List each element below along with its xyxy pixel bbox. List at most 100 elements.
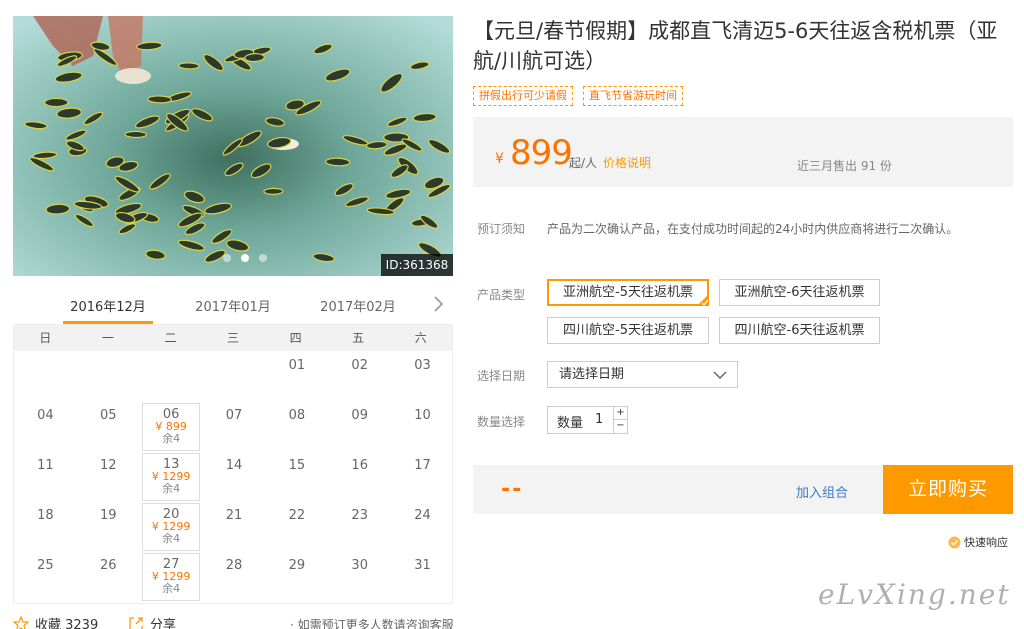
calendar-day-stock: 余4 <box>162 532 181 545</box>
weekday-label: 日 <box>39 331 52 345</box>
calendar-day-number: 14 <box>225 458 243 473</box>
calendar-day-number: 22 <box>288 508 306 523</box>
carousel-dot[interactable] <box>259 254 267 262</box>
calendar-day[interactable]: 17 <box>394 453 452 501</box>
calendar-day[interactable]: 01 <box>268 353 326 401</box>
calendar-day-number: 04 <box>37 408 54 423</box>
calendar-day-number: 16 <box>351 458 368 473</box>
departure-calendar: 日 一 二 三 四 五 六 01 02 03 04 05 06 ¥ 899 余4 07 08 09 1… <box>13 324 453 604</box>
product-tag: 拼假出行可少请假 <box>473 86 573 106</box>
carousel-dot[interactable] <box>223 254 231 262</box>
calendar-day[interactable]: 07 <box>205 403 263 451</box>
calendar-day[interactable]: 23 <box>331 503 389 551</box>
calendar-day[interactable]: 10 <box>394 403 452 451</box>
price-unit: 起/人 <box>569 156 598 170</box>
fish-shape <box>124 130 148 139</box>
calendar-day-number: 26 <box>100 558 117 573</box>
date-select-label: 选择日期 <box>477 369 526 383</box>
share-icon <box>129 616 143 629</box>
tab-month-3[interactable]: 2017年02月 <box>313 296 403 315</box>
fast-response-badge: 快速响应 <box>948 534 1008 550</box>
calendar-day-number: 09 <box>351 408 368 423</box>
currency-symbol: ¥ <box>495 151 504 167</box>
calendar-day-available[interactable]: 20 ¥ 1299 余4 <box>142 503 201 551</box>
booking-notice-label: 预订须知 <box>477 222 526 236</box>
calendar-day-available[interactable]: 27 ¥ 1299 余4 <box>142 553 201 601</box>
buy-now-button[interactable]: 立即购买 <box>883 465 1013 514</box>
consult-note[interactable]: · 如需预订更多人数请咨询客服 <box>290 616 454 629</box>
date-select-dropdown[interactable]: 请选择日期 <box>547 361 738 388</box>
calendar-day-number: 21 <box>225 508 243 523</box>
calendar-day-number: 12 <box>100 458 117 473</box>
fish-shape <box>263 187 284 196</box>
calendar-day[interactable]: 19 <box>79 503 137 551</box>
share-button[interactable]: 分享 <box>128 614 176 629</box>
calendar-day[interactable]: 30 <box>331 553 389 601</box>
calendar-day-number: 02 <box>351 358 368 373</box>
calendar-day[interactable]: 09 <box>331 403 389 451</box>
quantity-label: 数量选择 <box>477 415 526 429</box>
calendar-day[interactable]: 14 <box>205 453 263 501</box>
calendar-day-available[interactable]: 06 ¥ 899 余4 <box>142 403 201 451</box>
calendar-day-number: 29 <box>288 558 306 573</box>
fish-shape <box>44 97 69 108</box>
add-to-combo-link[interactable]: 加入组合 <box>796 482 848 501</box>
calendar-day[interactable]: 02 <box>331 353 389 401</box>
calendar-day[interactable]: 25 <box>16 553 74 601</box>
calendar-day-number: 28 <box>225 558 243 573</box>
calendar-day-number: 31 <box>414 558 431 573</box>
calendar-day-number: 05 <box>100 408 117 423</box>
calendar-day[interactable]: 08 <box>268 403 326 451</box>
tab-month-1[interactable]: 2016年12月 <box>63 296 153 315</box>
calendar-day[interactable]: 29 <box>268 553 326 601</box>
calendar-day[interactable]: 28 <box>205 553 263 601</box>
total-price: -- <box>501 477 524 502</box>
selected-check-icon <box>697 294 709 306</box>
price-explain-link[interactable]: 价格说明 <box>603 154 651 171</box>
buy-bar: -- 加入组合 <box>473 465 883 514</box>
sold-count: 近三月售出 91 份 <box>797 159 892 173</box>
calendar-day-number: 08 <box>288 408 306 423</box>
calendar-day[interactable]: 22 <box>268 503 326 551</box>
product-type-option-airasia-6d[interactable]: 亚洲航空-6天往返机票 <box>719 279 880 306</box>
calendar-day-number: 15 <box>288 458 306 473</box>
calendar-day[interactable]: 04 <box>16 403 74 451</box>
quantity-value[interactable]: 1 <box>595 412 603 427</box>
calendar-day[interactable]: 11 <box>16 453 74 501</box>
weekday-label: 五 <box>352 331 365 345</box>
date-select-placeholder: 请选择日期 <box>559 367 625 382</box>
calendar-day[interactable]: 18 <box>16 503 74 551</box>
product-type-option-sichuan-5d[interactable]: 四川航空-5天往返机票 <box>547 317 709 344</box>
quantity-plus-button[interactable]: + <box>613 407 627 420</box>
calendar-day[interactable]: 15 <box>268 453 326 501</box>
carousel-dots <box>223 254 267 262</box>
weekday-label: 三 <box>227 331 240 345</box>
calendar-day[interactable]: 16 <box>331 453 389 501</box>
calendar-day[interactable]: 05 <box>79 403 137 451</box>
star-icon <box>13 615 29 629</box>
weekday-label: 六 <box>414 331 427 345</box>
product-tags: 拼假出行可少请假 直飞节省游玩时间 <box>473 86 683 106</box>
calendar-day[interactable]: 21 <box>205 503 263 551</box>
fish-shape <box>147 95 173 104</box>
favorite-button[interactable]: 收藏 3239 <box>13 614 98 629</box>
calendar-day-number: 07 <box>225 408 243 423</box>
calendar-day[interactable]: 31 <box>394 553 452 601</box>
fish-shape <box>178 62 200 70</box>
calendar-day[interactable]: 03 <box>394 353 452 401</box>
product-type-option-airasia-5d[interactable]: 亚洲航空-5天往返机票 <box>547 279 709 306</box>
calendar-day[interactable]: 26 <box>79 553 137 601</box>
tab-month-2[interactable]: 2017年01月 <box>188 296 278 315</box>
calendar-day[interactable]: 12 <box>79 453 137 501</box>
product-type-option-sichuan-6d[interactable]: 四川航空-6天往返机票 <box>719 317 880 344</box>
calendar-day[interactable]: 24 <box>394 503 452 551</box>
favorite-count: 收藏 3239 <box>35 618 99 629</box>
quantity-minus-button[interactable]: − <box>613 420 627 433</box>
share-label: 分享 <box>150 618 177 629</box>
chevron-right-icon[interactable] <box>431 294 447 314</box>
option-label: 四川航空-5天往返机票 <box>563 323 693 338</box>
product-image[interactable]: ID:361368 <box>13 16 453 276</box>
calendar-day-available[interactable]: 13 ¥ 1299 余4 <box>142 453 201 501</box>
carousel-dot-active[interactable] <box>241 254 249 262</box>
price-amount: 899 <box>510 133 573 173</box>
